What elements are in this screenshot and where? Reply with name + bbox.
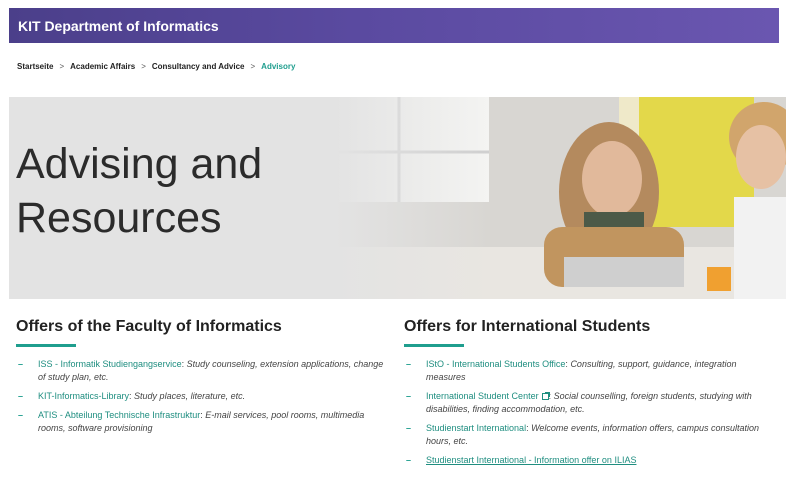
list-item: – ISS - Informatik Studiengangservice: S… [18,359,384,382]
international-offers-section: Offers for International Students – IStO… [404,318,774,473]
site-title[interactable]: KIT Department of Informatics [18,18,219,34]
faculty-offers-section: Offers of the Faculty of Informatics – I… [16,318,386,441]
breadcrumb-item-startseite[interactable]: Startseite [17,62,53,71]
site-header: KIT Department of Informatics [9,8,779,43]
list-item: – ATIS - Abteilung Technische Infrastruk… [18,410,365,433]
faculty-offers-heading: Offers of the Faculty of Informatics [16,318,282,335]
international-student-center-link[interactable]: International Student Center [426,391,539,401]
list-item-description: Study places, literature, etc. [134,391,246,401]
page-title: Advising and Resources [16,137,336,245]
list-item: – KIT-Informatics-Library: Study places,… [18,391,246,401]
list-item: – Studienstart International: Welcome ev… [406,423,760,446]
breadcrumb-item-academic-affairs[interactable]: Academic Affairs [70,62,135,71]
studienstart-international-link[interactable]: Studienstart International [426,423,526,433]
dash-bullet-icon: – [406,359,412,369]
breadcrumb-separator: > [59,61,65,71]
heading-underline [404,344,464,347]
breadcrumb-item-consultancy[interactable]: Consultancy and Advice [152,62,245,71]
heading-underline [16,344,76,347]
dash-bullet-icon: – [18,410,24,420]
breadcrumb-separator: > [141,61,146,71]
external-link-icon [541,392,550,400]
international-offers-list: – IStO - International Students Office: … [404,358,774,467]
dash-bullet-icon: – [406,391,412,401]
iss-link[interactable]: ISS - Informatik Studiengangservice [38,359,182,369]
hero-banner: Advising and Resources [9,97,786,299]
page-title-line2: Resources [16,194,222,242]
ilias-info-link[interactable]: Studienstart International - Information… [426,455,636,465]
page-title-line1: Advising and [16,140,263,188]
dash-bullet-icon: – [18,391,24,401]
list-item: – IStO - International Students Office: … [406,359,737,382]
international-offers-heading: Offers for International Students [404,318,651,335]
list-item: – Studienstart International - Informati… [404,454,774,467]
list-item: – International Student Center: Social c… [406,391,752,414]
dash-bullet-icon: – [18,359,24,369]
library-link[interactable]: KIT-Informatics-Library [38,391,129,401]
breadcrumb-separator: > [250,61,256,71]
breadcrumb: Startseite > Academic Affairs > Consulta… [17,59,295,73]
atis-link[interactable]: ATIS - Abteilung Technische Infrastruktu… [38,410,200,420]
dash-bullet-icon: – [406,423,412,433]
faculty-offers-list: – ISS - Informatik Studiengangservice: S… [16,358,386,435]
isto-link[interactable]: IStO - International Students Office [426,359,565,369]
breadcrumb-current: Advisory [261,61,296,71]
dash-bullet-icon: – [406,455,412,465]
